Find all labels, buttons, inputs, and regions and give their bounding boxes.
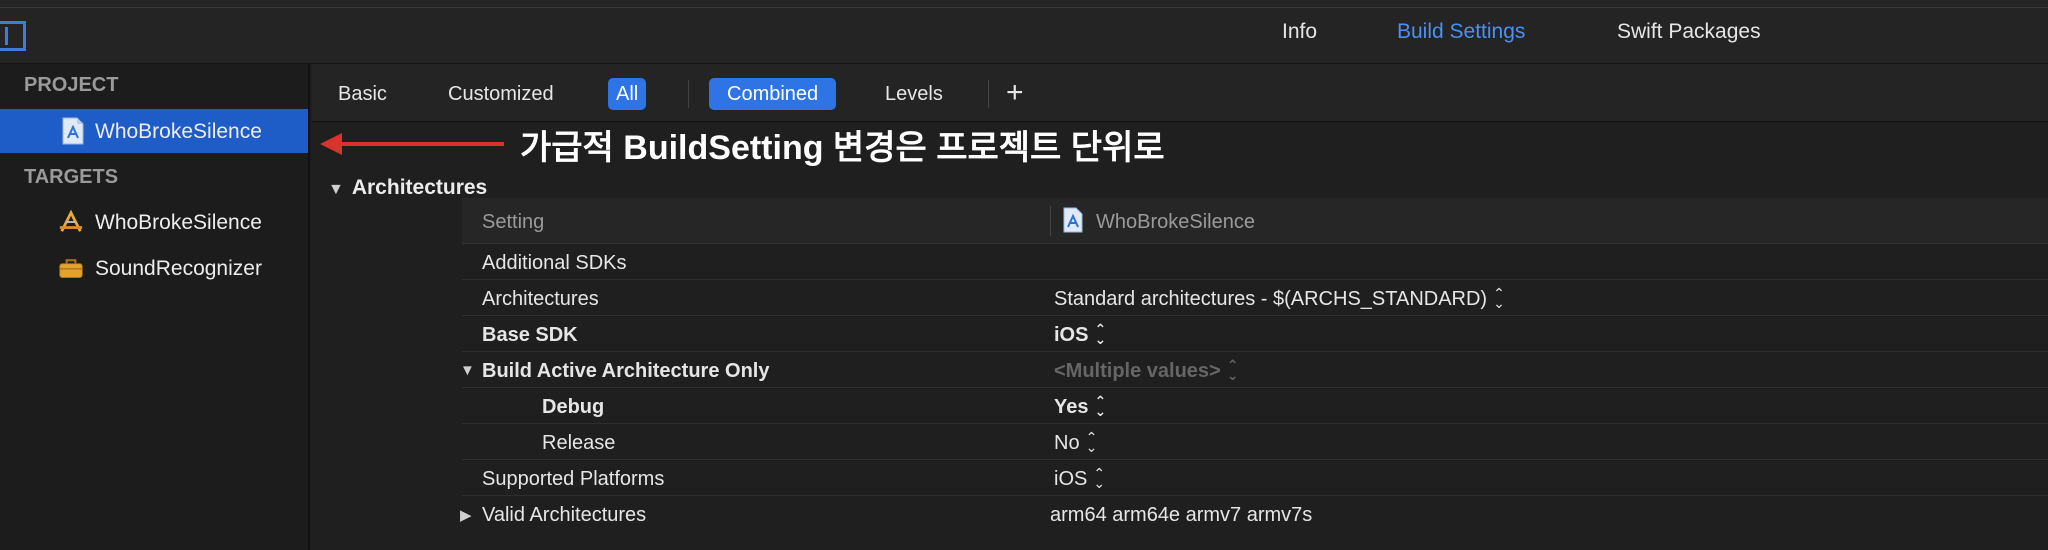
setting-value: Yes <box>1054 396 1089 418</box>
setting-value: No <box>1054 432 1080 454</box>
top-divider <box>0 7 2048 8</box>
popup-stepper-icon: ⌃ ⌄ <box>1094 392 1107 419</box>
filter-customized-button[interactable]: Customized <box>440 78 562 110</box>
disclosure-triangle-icon[interactable]: ▼ <box>328 181 344 199</box>
setting-name: Additional SDKs <box>482 252 627 274</box>
settings-filter-bar: Basic Customized All Combined Levels + <box>312 64 2048 122</box>
annotation-arrow-line <box>336 142 504 146</box>
project-file-icon <box>62 117 84 145</box>
targets-section-header: TARGETS <box>24 166 119 188</box>
build-settings-editor: Basic Customized All Combined Levels + 가… <box>312 64 2048 550</box>
architectures-group-header[interactable]: ▼ Architectures <box>328 176 487 200</box>
popup-stepper-icon: ⌃ ⌄ <box>1093 464 1106 491</box>
tab-build-settings[interactable]: Build Settings <box>1397 20 1525 44</box>
setting-value-popup[interactable]: <Multiple values> ⌃ ⌄ <box>1054 356 1239 383</box>
popup-stepper-icon: ⌃ ⌄ <box>1094 320 1107 347</box>
sidebar-item-label: WhoBrokeSilence <box>95 120 262 143</box>
sidebar-item-label: WhoBrokeSilence <box>95 211 262 234</box>
settings-column-header: Setting WhoBrokeSilence <box>462 198 2048 244</box>
project-section-header: PROJECT <box>24 74 119 96</box>
setting-name: Supported Platforms <box>482 468 665 490</box>
setting-name: Valid Architectures <box>482 504 647 526</box>
setting-value-popup[interactable]: iOS ⌃ ⌄ <box>1054 464 1106 491</box>
sidebar-item-target-app[interactable]: WhoBrokeSilence <box>0 200 308 244</box>
setting-row-base-sdk[interactable]: Base SDK iOS ⌃ ⌄ <box>462 317 2048 352</box>
setting-value: iOS <box>1054 468 1088 490</box>
filter-all-button[interactable]: All <box>608 78 647 110</box>
filter-divider <box>688 80 689 108</box>
add-setting-plus-icon[interactable]: + <box>1006 78 1024 108</box>
editor-top-bar: Info Build Settings Swift Packages <box>0 0 2048 64</box>
setting-name: Architectures <box>482 288 599 310</box>
setting-value: Standard architectures - $(ARCHS_STANDAR… <box>1054 288 1488 310</box>
setting-name: Debug <box>542 396 605 418</box>
tab-swift-packages[interactable]: Swift Packages <box>1617 20 1761 44</box>
tab-info[interactable]: Info <box>1282 20 1317 44</box>
setting-name: Release <box>542 432 616 454</box>
sidebar-item-project[interactable]: WhoBrokeSilence <box>0 109 308 153</box>
setting-row-additional-sdks[interactable]: Additional SDKs <box>462 245 2048 280</box>
toolbox-icon <box>59 259 83 278</box>
group-title: Architectures <box>351 176 488 199</box>
setting-name: Base SDK <box>482 324 578 346</box>
sidebar-toggle-icon[interactable] <box>0 21 26 51</box>
setting-value-popup[interactable]: No ⌃ ⌄ <box>1054 428 1098 455</box>
disclosure-triangle-icon[interactable]: ▶ <box>460 506 472 524</box>
setting-value: iOS <box>1054 324 1089 346</box>
annotation-text: 가급적 BuildSetting 변경은 프로젝트 단위로 <box>520 129 1165 167</box>
column-divider <box>1050 206 1051 236</box>
sidebar-item-label: SoundRecognizer <box>95 257 262 280</box>
setting-row-build-active-arch[interactable]: ▼ Build Active Architecture Only <Multip… <box>460 353 2048 388</box>
sidebar-item-target-sound[interactable]: SoundRecognizer <box>0 246 308 290</box>
popup-stepper-icon: ⌃ ⌄ <box>1226 356 1239 383</box>
view-levels-button[interactable]: Levels <box>877 78 951 110</box>
setting-row-architectures[interactable]: Architectures Standard architectures - $… <box>462 281 2048 316</box>
filter-divider <box>988 80 989 108</box>
column-target-label: WhoBrokeSilence <box>1096 211 1255 233</box>
setting-row-supported-platforms[interactable]: Supported Platforms iOS ⌃ ⌄ <box>462 461 2048 496</box>
project-navigator-sidebar: PROJECT WhoBrokeSilence TARGETS WhoBroke… <box>0 64 310 550</box>
popup-stepper-icon: ⌃ ⌄ <box>1085 428 1098 455</box>
setting-value-popup[interactable]: Standard architectures - $(ARCHS_STANDAR… <box>1054 284 1505 311</box>
setting-value: <Multiple values> <box>1054 360 1221 382</box>
filter-basic-button[interactable]: Basic <box>330 78 395 110</box>
disclosure-triangle-icon[interactable]: ▼ <box>460 362 475 379</box>
setting-row-release[interactable]: Release No ⌃ ⌄ <box>462 425 2048 460</box>
app-target-icon <box>59 209 83 232</box>
setting-value[interactable]: arm64 arm64e armv7 armv7s <box>1050 504 1312 527</box>
setting-name: Build Active Architecture Only <box>482 360 770 382</box>
setting-value-popup[interactable]: iOS ⌃ ⌄ <box>1054 320 1107 347</box>
setting-row-valid-architectures[interactable]: ▶ Valid Architectures arm64 arm64e armv7… <box>460 497 2048 532</box>
project-file-icon <box>1063 207 1083 233</box>
popup-stepper-icon: ⌃ ⌄ <box>1493 284 1505 311</box>
view-combined-button[interactable]: Combined <box>709 78 837 110</box>
setting-row-debug[interactable]: Debug Yes ⌃ ⌄ <box>462 389 2048 424</box>
setting-value-popup[interactable]: Yes ⌃ ⌄ <box>1054 392 1107 419</box>
column-setting-label: Setting <box>482 211 545 233</box>
